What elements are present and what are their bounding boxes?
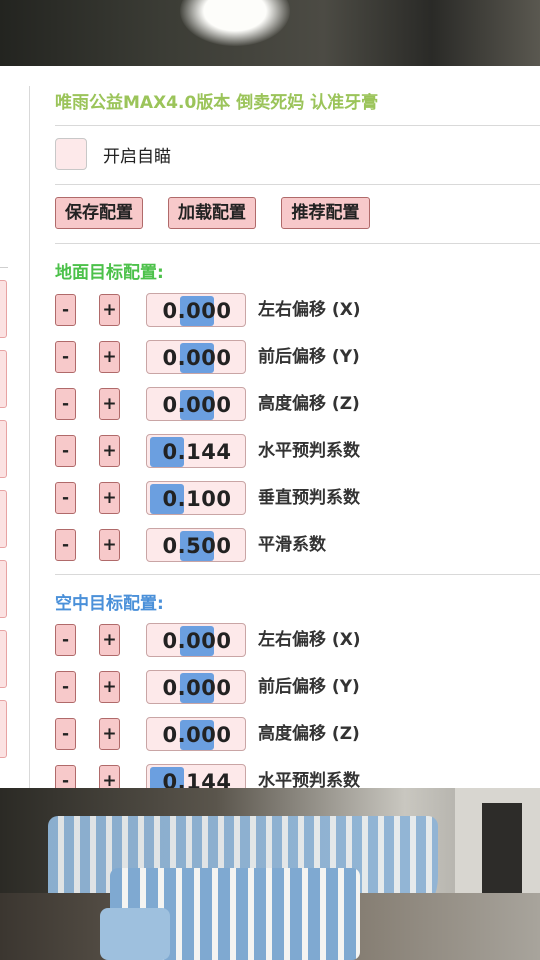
- recommend-config-button[interactable]: 推荐配置: [281, 197, 370, 229]
- aim-config-panel: 唯雨公益MAX4.0版本 倒卖死妈 认准牙膏 开启自瞄 保存配置 加载配置 推荐…: [0, 66, 540, 788]
- air-param-row: - +0.000 左右偏移 (X): [55, 623, 540, 657]
- param-label: 左右偏移 (X): [258, 300, 361, 320]
- save-config-button[interactable]: 保存配置: [55, 197, 143, 229]
- value-slider-field[interactable]: 0.000: [146, 670, 246, 704]
- increment-button[interactable]: +: [99, 341, 120, 373]
- ground-param-row: - +0.144 水平预判系数: [55, 434, 540, 468]
- param-label: 水平预判系数: [258, 771, 360, 788]
- value-slider-field[interactable]: 0.144: [146, 434, 246, 468]
- value-slider-field[interactable]: 0.144: [146, 764, 246, 788]
- ground-param-row: - +0.100 垂直预判系数: [55, 481, 540, 515]
- panel-title: 唯雨公益MAX4.0版本 倒卖死妈 认准牙膏: [55, 93, 379, 113]
- air-param-row: - +0.000 前后偏移 (Y): [55, 670, 540, 704]
- decrement-button[interactable]: -: [55, 388, 76, 420]
- param-value: 0.000: [162, 346, 232, 370]
- ground-param-row: - +0.000 前后偏移 (Y): [55, 340, 540, 374]
- auto-aim-checkbox[interactable]: [55, 138, 87, 170]
- background-photo-bottom: [0, 788, 540, 960]
- value-slider-field[interactable]: 0.100: [146, 481, 246, 515]
- left-side-rail: [0, 66, 30, 788]
- value-slider-field[interactable]: 0.000: [146, 340, 246, 374]
- air-target-section-title: 空中目标配置:: [55, 594, 164, 614]
- increment-button[interactable]: +: [99, 388, 120, 420]
- value-slider-field[interactable]: 0.500: [146, 528, 246, 562]
- side-tab[interactable]: [0, 560, 7, 618]
- decrement-button[interactable]: -: [55, 435, 76, 467]
- increment-button[interactable]: +: [99, 718, 120, 750]
- decrement-button[interactable]: -: [55, 671, 76, 703]
- divider: [55, 184, 540, 185]
- param-label: 前后偏移 (Y): [258, 347, 360, 367]
- divider: [55, 125, 540, 126]
- decrement-button[interactable]: -: [55, 718, 76, 750]
- ceiling-light: [180, 0, 290, 46]
- ground-param-row: - +0.500 平滑系数: [55, 528, 540, 562]
- value-slider-field[interactable]: 0.000: [146, 623, 246, 657]
- decrement-button[interactable]: -: [55, 482, 76, 514]
- param-value: 0.000: [162, 676, 232, 700]
- param-label: 高度偏移 (Z): [258, 394, 360, 414]
- param-label: 平滑系数: [258, 535, 326, 555]
- ground-param-row: - +0.000 高度偏移 (Z): [55, 387, 540, 421]
- side-tab[interactable]: [0, 700, 7, 758]
- air-param-row: - +0.000 高度偏移 (Z): [55, 717, 540, 751]
- increment-button[interactable]: +: [99, 765, 120, 788]
- param-value: 0.100: [162, 487, 232, 511]
- side-tab[interactable]: [0, 350, 7, 408]
- decrement-button[interactable]: -: [55, 624, 76, 656]
- param-value: 0.000: [162, 299, 232, 323]
- increment-button[interactable]: +: [99, 624, 120, 656]
- param-value: 0.000: [162, 723, 232, 747]
- rail-divider: [0, 267, 8, 268]
- param-value: 0.144: [162, 440, 232, 464]
- param-label: 水平预判系数: [258, 441, 360, 461]
- auto-aim-row: 开启自瞄: [55, 136, 171, 172]
- load-config-button[interactable]: 加载配置: [168, 197, 256, 229]
- background-photo-top: [0, 0, 540, 66]
- param-label: 前后偏移 (Y): [258, 677, 360, 697]
- param-label: 垂直预判系数: [258, 488, 360, 508]
- value-slider-field[interactable]: 0.000: [146, 293, 246, 327]
- background-figure-leg: [100, 908, 170, 960]
- param-value: 0.144: [162, 770, 232, 788]
- increment-button[interactable]: +: [99, 294, 120, 326]
- side-tab[interactable]: [0, 280, 7, 338]
- decrement-button[interactable]: -: [55, 341, 76, 373]
- increment-button[interactable]: +: [99, 671, 120, 703]
- decrement-button[interactable]: -: [55, 765, 76, 788]
- increment-button[interactable]: +: [99, 482, 120, 514]
- ground-param-row: - +0.000 左右偏移 (X): [55, 293, 540, 327]
- param-value: 0.000: [162, 629, 232, 653]
- side-tab[interactable]: [0, 630, 7, 688]
- air-param-row: - +0.144 水平预判系数: [55, 764, 540, 788]
- auto-aim-label: 开启自瞄: [103, 146, 171, 167]
- param-label: 左右偏移 (X): [258, 630, 361, 650]
- side-tab[interactable]: [0, 420, 7, 478]
- increment-button[interactable]: +: [99, 529, 120, 561]
- param-label: 高度偏移 (Z): [258, 724, 360, 744]
- divider: [55, 574, 540, 575]
- value-slider-field[interactable]: 0.000: [146, 387, 246, 421]
- divider: [55, 243, 540, 244]
- param-value: 0.500: [162, 534, 232, 558]
- increment-button[interactable]: +: [99, 435, 120, 467]
- rail-border: [29, 86, 30, 788]
- value-slider-field[interactable]: 0.000: [146, 717, 246, 751]
- decrement-button[interactable]: -: [55, 529, 76, 561]
- ground-target-section-title: 地面目标配置:: [55, 263, 164, 283]
- side-tab[interactable]: [0, 490, 7, 548]
- decrement-button[interactable]: -: [55, 294, 76, 326]
- param-value: 0.000: [162, 393, 232, 417]
